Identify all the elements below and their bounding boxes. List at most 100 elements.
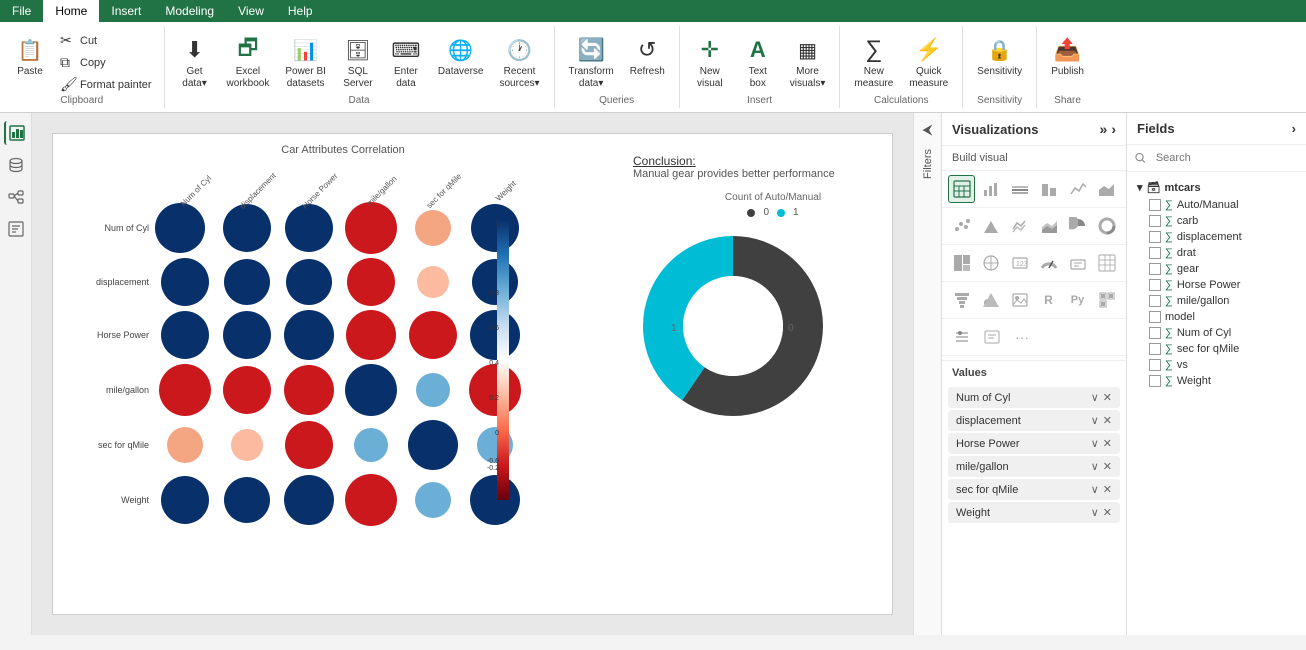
- format-painter-button[interactable]: 🖌 Format painter: [56, 74, 156, 95]
- quick-measure-button[interactable]: ⚡ Quickmeasure: [903, 30, 954, 94]
- viz-value-chevron-5[interactable]: ∨: [1091, 506, 1099, 519]
- fields-checkbox-9[interactable]: [1149, 343, 1161, 355]
- dataverse-button[interactable]: 🌐 Dataverse: [432, 30, 490, 82]
- publish-button[interactable]: 📤 Publish: [1045, 30, 1090, 82]
- viz-value-close-4[interactable]: ✕: [1103, 483, 1112, 496]
- tab-help[interactable]: Help: [276, 0, 325, 22]
- fields-item-2[interactable]: ∑ displacement: [1133, 229, 1300, 245]
- new-visual-button[interactable]: ✛ Newvisual: [688, 30, 732, 94]
- fields-item-10[interactable]: ∑ vs: [1133, 357, 1300, 373]
- viz-btn-line2[interactable]: [1006, 212, 1033, 240]
- refresh-button[interactable]: ↺ Refresh: [624, 30, 671, 82]
- tab-modeling[interactable]: Modeling: [153, 0, 226, 22]
- tab-insert[interactable]: Insert: [99, 0, 153, 22]
- transform-data-button[interactable]: 🔄 Transformdata▾: [563, 30, 620, 94]
- viz-btn-column[interactable]: [1035, 175, 1062, 203]
- viz-expand-btn[interactable]: »: [1100, 121, 1108, 137]
- tab-home[interactable]: Home: [43, 0, 99, 22]
- sidebar-icon-data[interactable]: [4, 153, 28, 177]
- fields-checkbox-4[interactable]: [1149, 263, 1161, 275]
- viz-btn-map[interactable]: [977, 249, 1004, 277]
- fields-item-3[interactable]: ∑ drat: [1133, 245, 1300, 261]
- fields-checkbox-6[interactable]: [1149, 295, 1161, 307]
- fields-item-9[interactable]: ∑ sec for qMile: [1133, 341, 1300, 357]
- fields-item-8[interactable]: ∑ Num of Cyl: [1133, 325, 1300, 341]
- viz-value-close-0[interactable]: ✕: [1103, 391, 1112, 404]
- viz-btn-kpi[interactable]: [1064, 249, 1091, 277]
- fields-expand-icon[interactable]: ›: [1292, 121, 1296, 136]
- viz-btn-line[interactable]: [1064, 175, 1091, 203]
- viz-value-chevron-3[interactable]: ∨: [1091, 460, 1099, 473]
- viz-value-chevron-2[interactable]: ∨: [1091, 437, 1099, 450]
- enter-data-button[interactable]: ⌨ Enterdata: [384, 30, 428, 94]
- viz-value-chevron-0[interactable]: ∨: [1091, 391, 1099, 404]
- recent-sources-button[interactable]: 🕐 Recentsources▾: [494, 30, 546, 94]
- fields-checkbox-10[interactable]: [1149, 359, 1161, 371]
- sql-server-button[interactable]: 🗄 SQLServer: [336, 30, 380, 94]
- fields-checkbox-0[interactable]: [1149, 199, 1161, 211]
- viz-btn-more[interactable]: ···: [1008, 323, 1036, 351]
- fields-checkbox-8[interactable]: [1149, 327, 1161, 339]
- get-data-button[interactable]: ⬇ Getdata▾: [173, 30, 217, 94]
- viz-close-btn[interactable]: ›: [1111, 121, 1116, 137]
- tab-file[interactable]: File: [0, 0, 43, 22]
- viz-btn-matrix[interactable]: [1093, 249, 1120, 277]
- fields-checkbox-5[interactable]: [1149, 279, 1161, 291]
- viz-btn-gauge[interactable]: [1035, 249, 1062, 277]
- viz-btn-r[interactable]: R: [1035, 286, 1062, 314]
- fields-checkbox-2[interactable]: [1149, 231, 1161, 243]
- viz-btn-area[interactable]: [1093, 175, 1120, 203]
- viz-btn-donut[interactable]: [1093, 212, 1120, 240]
- fields-item-7[interactable]: model: [1133, 309, 1300, 325]
- viz-value-chevron-1[interactable]: ∨: [1091, 414, 1099, 427]
- viz-value-close-5[interactable]: ✕: [1103, 506, 1112, 519]
- sidebar-icon-report[interactable]: [4, 121, 28, 145]
- viz-btn-mountain[interactable]: [977, 212, 1004, 240]
- excel-button[interactable]: 🗗 Excelworkbook: [221, 30, 276, 94]
- sensitivity-button[interactable]: 🔒 Sensitivity: [971, 30, 1028, 82]
- more-visuals-button[interactable]: ▦ Morevisuals▾: [784, 30, 832, 94]
- fields-group-header[interactable]: ▾ 🗃 mtcars: [1133, 178, 1300, 197]
- viz-value-close-2[interactable]: ✕: [1103, 437, 1112, 450]
- viz-btn-shape[interactable]: [977, 286, 1004, 314]
- fields-item-0[interactable]: ∑ Auto/Manual: [1133, 197, 1300, 213]
- text-box-button[interactable]: A Textbox: [736, 30, 780, 94]
- tab-view[interactable]: View: [226, 0, 276, 22]
- fields-checkbox-11[interactable]: [1149, 375, 1161, 387]
- copy-button[interactable]: ⧉ Copy: [56, 52, 156, 73]
- filter-expand-icon[interactable]: ⮜: [916, 117, 940, 141]
- fields-item-5[interactable]: ∑ Horse Power: [1133, 277, 1300, 293]
- viz-value-chevron-4[interactable]: ∨: [1091, 483, 1099, 496]
- viz-btn-stacked-bar[interactable]: [1006, 175, 1033, 203]
- viz-btn-pie[interactable]: [1064, 212, 1091, 240]
- fields-item-11[interactable]: ∑ Weight: [1133, 373, 1300, 389]
- viz-value-close-3[interactable]: ✕: [1103, 460, 1112, 473]
- fields-item-4[interactable]: ∑ gear: [1133, 261, 1300, 277]
- fields-checkbox-7[interactable]: [1149, 311, 1161, 323]
- viz-btn-bar[interactable]: [977, 175, 1004, 203]
- cut-button[interactable]: ✂ Cut: [56, 30, 156, 51]
- new-measure-button[interactable]: ∑ Newmeasure: [848, 30, 899, 94]
- viz-btn-python[interactable]: Py: [1064, 286, 1091, 314]
- sidebar-icon-dax[interactable]: [4, 217, 28, 241]
- viz-btn-smart-narr[interactable]: [978, 323, 1006, 351]
- viz-btn-treemap[interactable]: [948, 249, 975, 277]
- viz-btn-qr[interactable]: [1093, 286, 1120, 314]
- viz-btn-slicer[interactable]: [948, 323, 976, 351]
- fields-search-input[interactable]: [1150, 149, 1298, 167]
- viz-btn-area2[interactable]: [1035, 212, 1062, 240]
- viz-btn-scatter[interactable]: [948, 212, 975, 240]
- filters-label[interactable]: Filters: [922, 141, 934, 187]
- fields-checkbox-3[interactable]: [1149, 247, 1161, 259]
- powerbi-datasets-button[interactable]: 📊 Power BIdatasets: [279, 30, 332, 94]
- viz-value-close-1[interactable]: ✕: [1103, 414, 1112, 427]
- fields-item-1[interactable]: ∑ carb: [1133, 213, 1300, 229]
- viz-btn-card[interactable]: 123: [1006, 249, 1033, 277]
- fields-item-6[interactable]: ∑ mile/gallon: [1133, 293, 1300, 309]
- paste-button[interactable]: 📋 Paste: [8, 30, 52, 82]
- viz-btn-table[interactable]: [948, 175, 975, 203]
- fields-checkbox-1[interactable]: [1149, 215, 1161, 227]
- viz-btn-funnel[interactable]: [948, 286, 975, 314]
- viz-btn-image[interactable]: [1006, 286, 1033, 314]
- sidebar-icon-model[interactable]: [4, 185, 28, 209]
